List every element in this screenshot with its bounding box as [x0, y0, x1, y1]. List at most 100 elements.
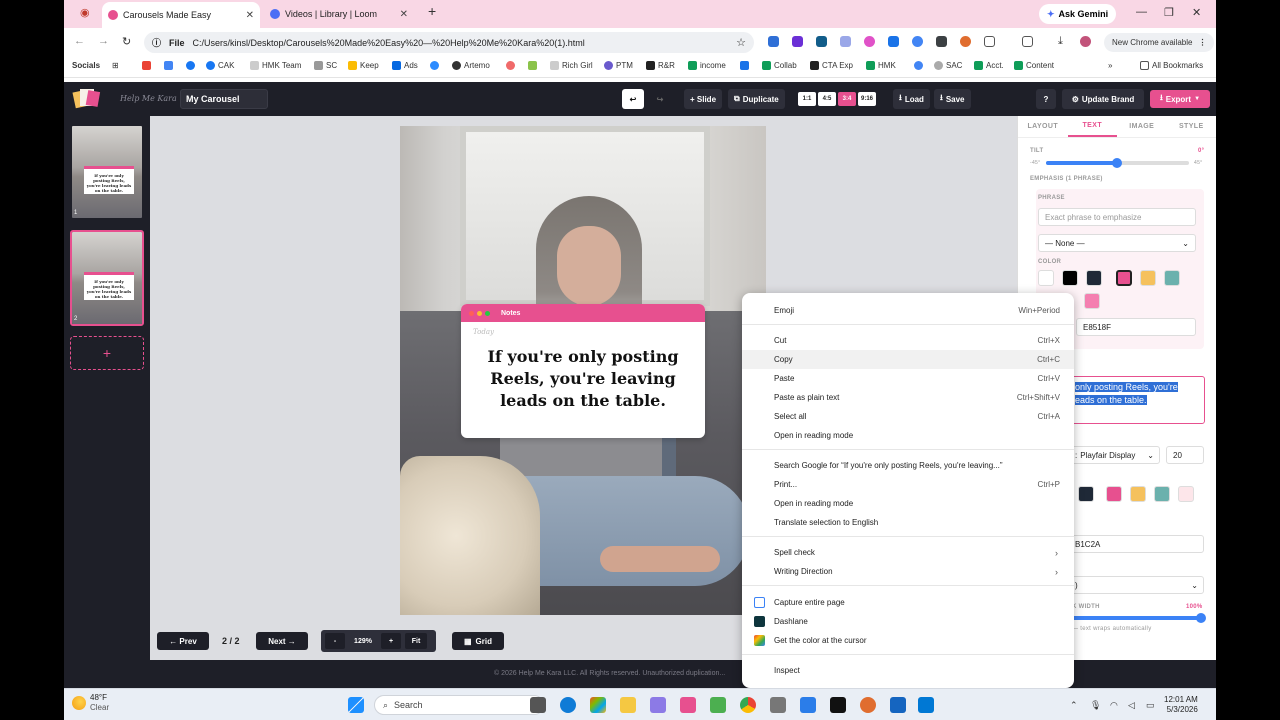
file-explorer-icon[interactable]: [620, 697, 636, 713]
bookmark-cak[interactable]: CAK: [206, 61, 234, 70]
tab-style[interactable]: STYLE: [1167, 116, 1217, 137]
volume-icon[interactable]: ◁: [1128, 700, 1135, 711]
zoom-bookmark-icon[interactable]: [430, 61, 439, 70]
bookmark-rr[interactable]: R&R: [646, 61, 675, 70]
menu-item-copy[interactable]: Copy Ctrl+C: [742, 350, 1074, 369]
slide-thumbnail[interactable]: If you're only posting Reels, you're lea…: [70, 124, 144, 220]
more-bookmarks-icon[interactable]: »: [1108, 61, 1112, 70]
slide-headline[interactable]: If you're only posting Reels, you're lea…: [461, 336, 705, 412]
save-button[interactable]: ⭳ Save: [934, 89, 971, 109]
download-icon[interactable]: ⤓: [1058, 35, 1063, 48]
menu-item-reading-mode-2[interactable]: Open in reading mode: [742, 494, 1074, 513]
fit-button[interactable]: Fit: [405, 633, 427, 649]
extension-icon[interactable]: [888, 36, 899, 47]
ratio-3-4[interactable]: 3:4: [838, 92, 856, 106]
add-slide-button[interactable]: + Slide: [684, 89, 723, 109]
text-color-swatch-yellow[interactable]: [1130, 486, 1146, 502]
tab-image[interactable]: IMAGE: [1117, 116, 1167, 137]
bookmark-sac[interactable]: SAC: [934, 61, 962, 70]
tab-layout[interactable]: LAYOUT: [1018, 116, 1068, 137]
project-name-input[interactable]: My Carousel: [180, 89, 268, 109]
menu-item-print[interactable]: Print... Ctrl+P: [742, 475, 1074, 494]
info-icon[interactable]: ⓘ: [152, 36, 161, 49]
close-icon[interactable]: ✕: [400, 9, 408, 20]
task-view-icon[interactable]: [530, 697, 546, 713]
redo-button[interactable]: ↪: [650, 89, 670, 109]
bookmark-socials[interactable]: Socials: [72, 61, 100, 70]
app-icon[interactable]: [680, 697, 696, 713]
profile-avatar[interactable]: [1080, 36, 1091, 47]
slide-canvas[interactable]: Notes Today If you're only posting Reels…: [400, 126, 766, 615]
bookmark-income[interactable]: income: [688, 61, 726, 70]
bookmark-a[interactable]: [740, 61, 749, 70]
text-hex-input[interactable]: B1C2A: [1068, 535, 1204, 553]
width-slider[interactable]: [1072, 613, 1206, 623]
address-bar[interactable]: ⓘ File C:/Users/kinsl/Desktop/Carousels%…: [144, 32, 754, 53]
weather-widget[interactable]: 48°F Clear: [72, 693, 109, 713]
asana-icon[interactable]: [506, 61, 515, 70]
undo-button[interactable]: ↩: [622, 89, 644, 109]
menu-item-inspect[interactable]: Inspect: [742, 661, 1074, 680]
all-bookmarks[interactable]: All Bookmarks: [1140, 61, 1203, 70]
bookmark-content[interactable]: Content: [1014, 61, 1054, 70]
extension-icon[interactable]: [936, 36, 947, 47]
notes-card[interactable]: Notes Today If you're only posting Reels…: [461, 304, 705, 438]
clock[interactable]: 12:01 AM 5/3/2026: [1164, 695, 1198, 715]
phrase-input[interactable]: Exact phrase to emphasize: [1038, 208, 1196, 226]
menu-item-translate[interactable]: Translate selection to English: [742, 513, 1074, 532]
add-slide-tile[interactable]: +: [70, 336, 144, 370]
emphasis-select[interactable]: — None — ⌄: [1038, 234, 1196, 252]
app-icon[interactable]: [860, 697, 876, 713]
tab-carousels[interactable]: Carousels Made Easy ✕: [102, 2, 260, 28]
menu-item-writing-direction[interactable]: Writing Direction ›: [742, 562, 1074, 581]
weight-select[interactable]: ) ⌄: [1068, 576, 1204, 594]
app-icon[interactable]: [710, 697, 726, 713]
zoom-in-button[interactable]: +: [381, 633, 401, 649]
calendar-icon[interactable]: [164, 61, 173, 70]
settings-icon[interactable]: [800, 697, 816, 713]
minimize-icon[interactable]: —: [1136, 6, 1147, 18]
bookmark-collab[interactable]: Collab: [762, 61, 797, 70]
extension-icon[interactable]: [792, 36, 803, 47]
text-color-swatch-blush[interactable]: [1178, 486, 1194, 502]
menu-item-paste-plain[interactable]: Paste as plain text Ctrl+Shift+V: [742, 388, 1074, 407]
menu-item-capture-page[interactable]: Capture entire page: [742, 593, 1074, 612]
battery-icon[interactable]: ▭: [1146, 700, 1155, 711]
prev-button[interactable]: ← Prev: [157, 632, 209, 650]
taskbar-search[interactable]: ⌕ Search: [374, 695, 544, 715]
export-button[interactable]: ⭳ Export ▼: [1150, 90, 1210, 108]
text-color-swatch-pink[interactable]: [1106, 486, 1122, 502]
tab-loom[interactable]: Videos | Library | Loom ✕: [264, 3, 414, 25]
chrome-icon[interactable]: [740, 697, 756, 713]
menu-item-search-google[interactable]: Search Google for “If you're only postin…: [742, 456, 1074, 475]
bookmark-ptm[interactable]: PTM: [604, 61, 633, 70]
color-swatch-pink[interactable]: [1116, 270, 1132, 286]
color-swatch-yellow[interactable]: [1140, 270, 1156, 286]
color-swatch-light-pink[interactable]: [1084, 293, 1100, 309]
text-color-swatch-charcoal[interactable]: [1078, 486, 1094, 502]
menu-item-cut[interactable]: Cut Ctrl+X: [742, 331, 1074, 350]
bookmark-keep[interactable]: Keep: [348, 61, 379, 70]
extensions-puzzle-icon[interactable]: [984, 36, 995, 47]
tab-text[interactable]: TEXT: [1067, 116, 1117, 137]
bookmark-artemo[interactable]: Artemo: [452, 61, 490, 70]
ratio-9-16[interactable]: 9:16: [858, 92, 876, 106]
reload-icon[interactable]: ↻: [122, 35, 131, 48]
facebook-icon[interactable]: [186, 61, 195, 70]
menu-item-select-all[interactable]: Select all Ctrl+A: [742, 407, 1074, 426]
close-window-icon[interactable]: ✕: [1192, 6, 1201, 19]
capcut-icon[interactable]: [830, 697, 846, 713]
app-icon[interactable]: [890, 697, 906, 713]
bookmark-cta-exp[interactable]: CTA Exp: [810, 61, 853, 70]
extension-icon[interactable]: [816, 36, 827, 47]
ask-gemini-button[interactable]: ✦ Ask Gemini: [1039, 4, 1117, 24]
tray-chevron-icon[interactable]: ⌃: [1070, 700, 1078, 711]
help-button[interactable]: ?: [1036, 89, 1056, 109]
next-button[interactable]: Next →: [256, 632, 308, 650]
gmail-icon[interactable]: [142, 61, 151, 70]
bookmark-ads[interactable]: Ads: [392, 61, 418, 70]
forward-icon[interactable]: →: [98, 35, 109, 47]
load-button[interactable]: ⭳ Load: [893, 89, 930, 109]
ratio-4-5[interactable]: 4:5: [818, 92, 836, 106]
copilot-icon[interactable]: [590, 697, 606, 713]
